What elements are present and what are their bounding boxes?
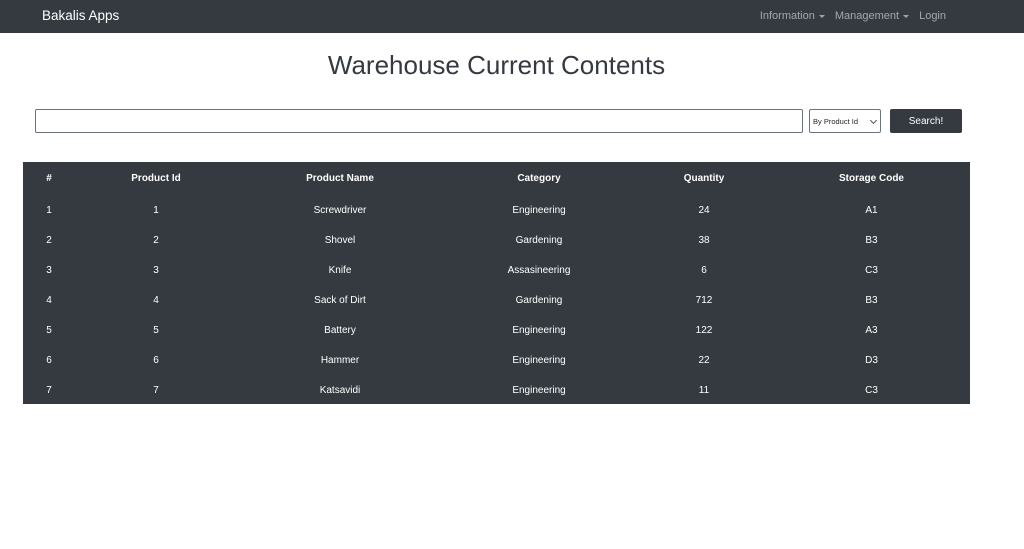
nav-login-label: Login <box>919 10 946 22</box>
search-mode-selected: By Product Id <box>813 116 859 126</box>
cell-product-name: Knife <box>328 264 352 276</box>
brand-link[interactable]: Bakalis Apps <box>42 8 119 23</box>
search-input[interactable] <box>35 109 803 133</box>
cell-product-name: Battery <box>324 324 356 336</box>
cell-product-id: 6 <box>153 354 159 366</box>
nav-links: Information Management Login <box>750 10 946 22</box>
cell-storage-code: A1 <box>865 204 878 216</box>
cell-category: Engineering <box>512 324 566 336</box>
cell-storage-code: B3 <box>865 234 878 246</box>
search-button[interactable]: Search! <box>890 109 962 133</box>
column-header-product-name: Product Name <box>306 173 374 184</box>
cell-index: 6 <box>46 354 52 366</box>
search-mode-select[interactable]: By Product Id <box>809 109 881 133</box>
table-row: 6 6 Hammer Engineering 22 D3 <box>23 345 970 375</box>
cell-quantity: 11 <box>698 384 710 396</box>
cell-product-id: 1 <box>153 204 159 216</box>
cell-storage-code: B3 <box>865 294 878 306</box>
table-row: 4 4 Sack of Dirt Gardening 712 B3 <box>23 285 970 315</box>
cell-product-id: 2 <box>153 234 159 246</box>
cell-product-id: 3 <box>153 264 159 276</box>
cell-product-name: Hammer <box>320 354 360 366</box>
cell-quantity: 24 <box>698 204 710 216</box>
cell-storage-code: C3 <box>865 264 878 276</box>
cell-index: 5 <box>46 324 52 336</box>
caret-down-icon <box>903 15 910 18</box>
chevron-down-icon <box>869 116 878 125</box>
nav-management-dropdown[interactable]: Management <box>834 10 910 22</box>
cell-quantity: 6 <box>701 264 707 276</box>
cell-quantity: 712 <box>695 294 713 306</box>
cell-category: Engineering <box>512 354 566 366</box>
cell-product-id: 5 <box>153 324 159 336</box>
cell-category: Gardening <box>515 234 563 246</box>
nav-login-link[interactable]: Login <box>919 10 946 22</box>
cell-storage-code: D3 <box>865 354 878 366</box>
products-table-container: # Product Id Product Name Category Quant… <box>23 162 970 404</box>
cell-storage-code: C3 <box>865 384 878 396</box>
cell-index: 4 <box>46 294 52 306</box>
table-header-row: # Product Id Product Name Category Quant… <box>23 162 970 195</box>
cell-storage-code: A3 <box>865 324 878 336</box>
cell-category: Engineering <box>512 204 566 216</box>
cell-quantity: 22 <box>698 354 710 366</box>
cell-index: 7 <box>46 384 52 396</box>
cell-category: Assasineering <box>507 264 571 276</box>
table-row: 3 3 Knife Assasineering 6 C3 <box>23 255 970 285</box>
nav-information-dropdown[interactable]: Information <box>760 10 825 22</box>
table-row: 2 2 Shovel Gardening 38 B3 <box>23 225 970 255</box>
cell-category: Engineering <box>512 384 566 396</box>
nav-management-label: Management <box>834 10 900 22</box>
products-table: # Product Id Product Name Category Quant… <box>23 162 970 405</box>
column-header-category: Category <box>517 173 561 184</box>
cell-product-name: Shovel <box>324 234 356 246</box>
cell-product-id: 4 <box>153 294 159 306</box>
table-row: 7 7 Katsavidi Engineering 11 C3 <box>23 375 970 405</box>
cell-quantity: 122 <box>695 324 713 336</box>
table-row: 1 1 Screwdriver Engineering 24 A1 <box>23 195 970 225</box>
caret-down-icon <box>818 15 825 18</box>
cell-product-id: 7 <box>153 384 159 396</box>
column-header-product-id: Product Id <box>131 173 181 184</box>
cell-index: 2 <box>46 234 52 246</box>
column-header-index: # <box>46 173 52 184</box>
cell-index: 3 <box>46 264 52 276</box>
column-header-storage-code: Storage Code <box>838 173 904 184</box>
nav-information-label: Information <box>759 10 815 22</box>
page-title: Warehouse Current Contents <box>327 50 666 80</box>
cell-product-name: Katsavidi <box>319 384 361 396</box>
cell-product-name: Sack of Dirt <box>314 294 366 306</box>
cell-product-name: Screwdriver <box>313 204 367 216</box>
table-row: 5 5 Battery Engineering 122 A3 <box>23 315 970 345</box>
cell-quantity: 38 <box>698 234 710 246</box>
column-header-quantity: Quantity <box>683 173 725 184</box>
top-navbar: Bakalis Apps Information Management Logi… <box>0 0 1024 33</box>
cell-index: 1 <box>46 204 52 216</box>
cell-category: Gardening <box>515 294 563 306</box>
